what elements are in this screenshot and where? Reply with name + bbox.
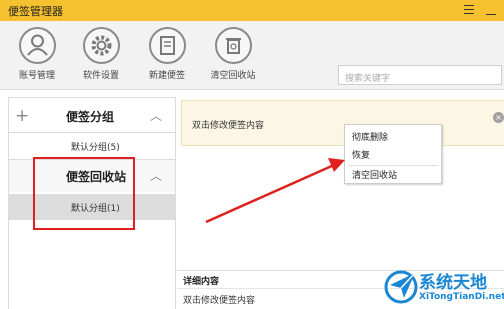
watermark: 系统天地 XiTongTianDi.net <box>382 265 504 308</box>
watermark-url: XiTongTianDi.net <box>419 292 504 302</box>
watermark-name: 系统天地 <box>419 273 487 293</box>
annotation-arrow <box>205 158 345 224</box>
watermark-logo-icon <box>384 270 418 304</box>
